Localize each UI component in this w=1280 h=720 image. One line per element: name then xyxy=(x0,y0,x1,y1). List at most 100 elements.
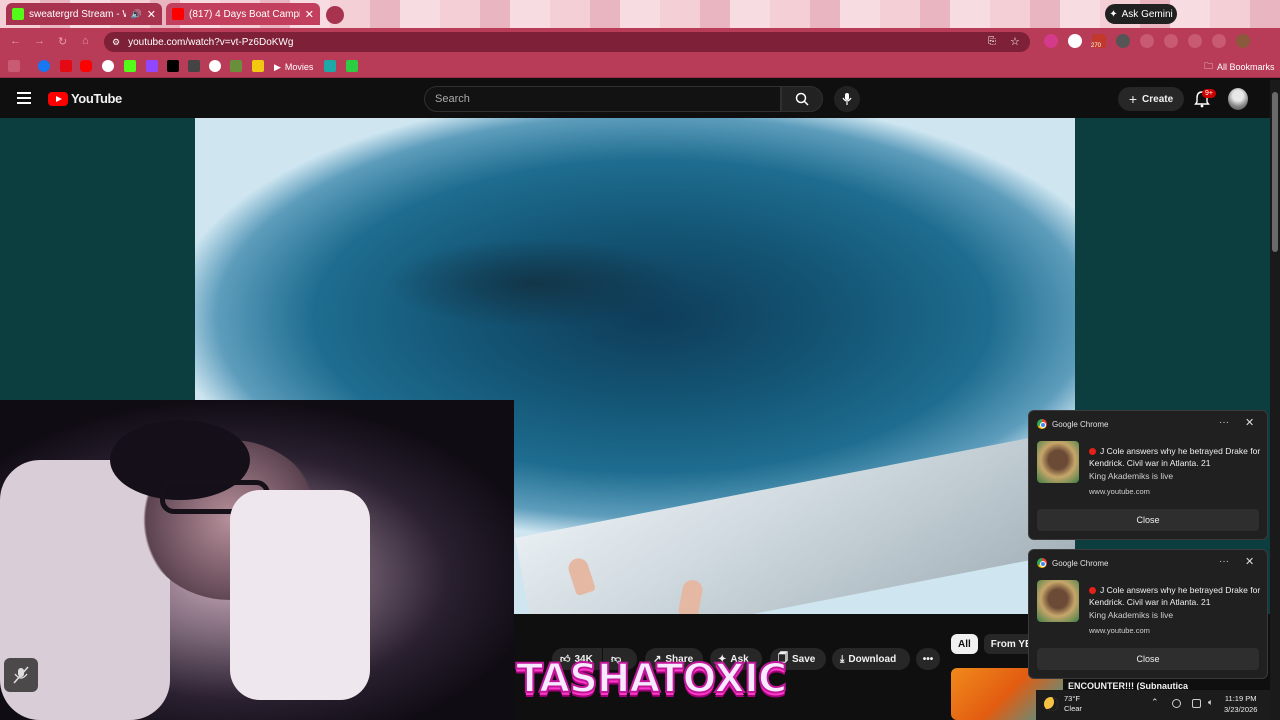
chrome-notification[interactable]: Google Chrome ··· ✕ J Cole answers why h… xyxy=(1028,549,1268,679)
extension-icon[interactable] xyxy=(1164,34,1178,48)
network-icon[interactable] xyxy=(1192,699,1201,708)
notification-subtitle: King Akademiks is live xyxy=(1089,471,1174,481)
notification-url: www.youtube.com xyxy=(1089,487,1150,496)
clock-date: 3/23/2026 xyxy=(1224,705,1258,714)
bookmark-icon[interactable] xyxy=(188,60,200,72)
notification-message: J Cole answers why he betrayed Drake for… xyxy=(1089,585,1261,607)
instagram-icon[interactable] xyxy=(102,60,114,72)
system-clock[interactable]: 11:19 PM 3/23/2026 xyxy=(1224,693,1257,715)
twitch-icon[interactable] xyxy=(146,60,158,72)
all-bookmarks-button[interactable]: 🗀 All Bookmarks xyxy=(1204,58,1275,76)
chrome-notification[interactable]: Google Chrome ··· ✕ J Cole answers why h… xyxy=(1028,410,1268,540)
play-icon: ▶ xyxy=(274,61,281,72)
notification-close-button[interactable]: Close xyxy=(1037,648,1259,670)
temperature: 73°F xyxy=(1064,694,1080,703)
chip-all[interactable]: All xyxy=(951,634,978,654)
download-icon[interactable] xyxy=(1212,34,1226,48)
extension-icon[interactable] xyxy=(1044,34,1058,48)
mic-off-icon xyxy=(13,666,29,684)
reload-button[interactable]: ↻ xyxy=(58,35,67,48)
extension-icon[interactable] xyxy=(1068,34,1082,48)
dolphins-in-water xyxy=(385,238,685,328)
search-button[interactable] xyxy=(781,86,823,112)
kick-icon xyxy=(12,8,24,20)
profile-avatar[interactable] xyxy=(1236,34,1250,48)
notification-avatar xyxy=(1037,441,1079,483)
streamer-name-overlay: TASHATOXIC xyxy=(515,655,788,703)
mic-muted-button[interactable] xyxy=(4,658,38,692)
account-avatar[interactable] xyxy=(1228,88,1248,110)
apps-icon[interactable] xyxy=(8,60,20,72)
scrollbar-thumb[interactable] xyxy=(1272,92,1278,252)
blanket xyxy=(230,490,370,700)
notification-message: J Cole answers why he betrayed Drake for… xyxy=(1089,446,1261,468)
notification-count-badge: 9+ xyxy=(1202,89,1216,98)
facebook-icon[interactable] xyxy=(38,60,50,72)
search-icon xyxy=(795,92,809,106)
bookmark-icon[interactable] xyxy=(346,60,358,72)
bookmark-movies[interactable]: ▶ Movies xyxy=(274,58,313,76)
weather-condition: Clear xyxy=(1064,704,1082,713)
download-button[interactable]: ⤓ Download xyxy=(832,648,910,670)
new-tab-button[interactable] xyxy=(326,6,344,24)
bookmark-icon[interactable] xyxy=(209,60,221,72)
create-button[interactable]: + Create xyxy=(1118,87,1184,111)
tab-sweatergrd-stream[interactable]: sweatergrd Stream - Watch 🔊 ✕ xyxy=(6,3,162,25)
live-dot-icon xyxy=(1089,587,1096,594)
site-info-icon[interactable]: ⚙ xyxy=(112,37,120,48)
microphone-icon xyxy=(842,93,852,105)
more-horizontal-icon: ••• xyxy=(922,653,934,665)
close-icon[interactable]: ✕ xyxy=(1245,555,1254,568)
extension-icon[interactable] xyxy=(1140,34,1154,48)
more-options-icon[interactable]: ··· xyxy=(1219,556,1229,567)
notification-close-button[interactable]: Close xyxy=(1037,509,1259,531)
notification-subtitle: King Akademiks is live xyxy=(1089,610,1174,620)
back-button[interactable]: ← xyxy=(10,35,21,47)
chrome-icon xyxy=(1037,558,1047,568)
youtube-play-icon xyxy=(48,91,68,106)
forward-button[interactable]: → xyxy=(34,35,45,47)
bookmark-icon[interactable] xyxy=(230,60,242,72)
bookmark-star-icon[interactable]: ☆ xyxy=(1010,35,1020,48)
youtube-logo[interactable]: YouTube xyxy=(48,91,122,106)
clock-time: 11:19 PM xyxy=(1224,694,1257,703)
address-bar[interactable]: ⚙ youtube.com/watch?v=vt-Pz6DoKWg xyxy=(104,32,1030,52)
netflix-icon[interactable] xyxy=(60,60,72,72)
microphone-tray-icon[interactable] xyxy=(1172,699,1181,708)
search-input[interactable]: Search xyxy=(424,86,781,112)
weather-widget[interactable]: 73°F Clear xyxy=(1044,694,1082,714)
voice-search-button[interactable] xyxy=(834,86,860,112)
bookmark-icon[interactable] xyxy=(252,60,264,72)
install-app-icon[interactable]: ⎘ xyxy=(988,36,996,47)
live-dot-icon xyxy=(1089,448,1096,455)
notification-avatar xyxy=(1037,580,1079,622)
close-icon[interactable]: ✕ xyxy=(1245,416,1254,429)
extension-icon[interactable] xyxy=(1116,34,1130,48)
menu-icon[interactable] xyxy=(17,92,31,104)
more-actions-button[interactable]: ••• xyxy=(916,648,940,670)
close-icon[interactable]: ✕ xyxy=(305,8,314,21)
notification-url: www.youtube.com xyxy=(1089,626,1150,635)
x-icon[interactable] xyxy=(167,60,179,72)
boat-deck xyxy=(515,404,1075,614)
plus-icon: + xyxy=(1128,91,1138,107)
more-options-icon[interactable]: ··· xyxy=(1219,417,1229,428)
youtube-bookmark-icon[interactable] xyxy=(80,60,92,72)
kick-bookmark-icon[interactable] xyxy=(124,60,136,72)
chevron-up-icon[interactable]: ⌃ xyxy=(1151,697,1159,708)
extension-badge: 270 xyxy=(1091,43,1102,49)
youtube-icon xyxy=(172,8,184,20)
bookmark-icon[interactable] xyxy=(324,60,336,72)
tab-youtube-active[interactable]: (817) 4 Days Boat Camping & C ✕ xyxy=(166,3,320,25)
chrome-icon xyxy=(1037,419,1047,429)
gemini-sparkle-icon: ✦ xyxy=(1109,8,1118,20)
related-filter-chips: All From YB xyxy=(951,634,1040,654)
webcam-overlay xyxy=(0,400,514,720)
moon-icon xyxy=(1044,697,1058,711)
extensions-puzzle-icon[interactable] xyxy=(1188,34,1202,48)
close-icon[interactable]: ✕ xyxy=(147,8,156,21)
home-button[interactable]: ⌂ xyxy=(82,35,89,47)
speaker-icon[interactable]: 🔊 xyxy=(131,9,142,20)
volume-icon[interactable]: 🔈︎ xyxy=(1208,697,1213,708)
ask-gemini-button[interactable]: ✦ Ask Gemini xyxy=(1105,4,1177,24)
